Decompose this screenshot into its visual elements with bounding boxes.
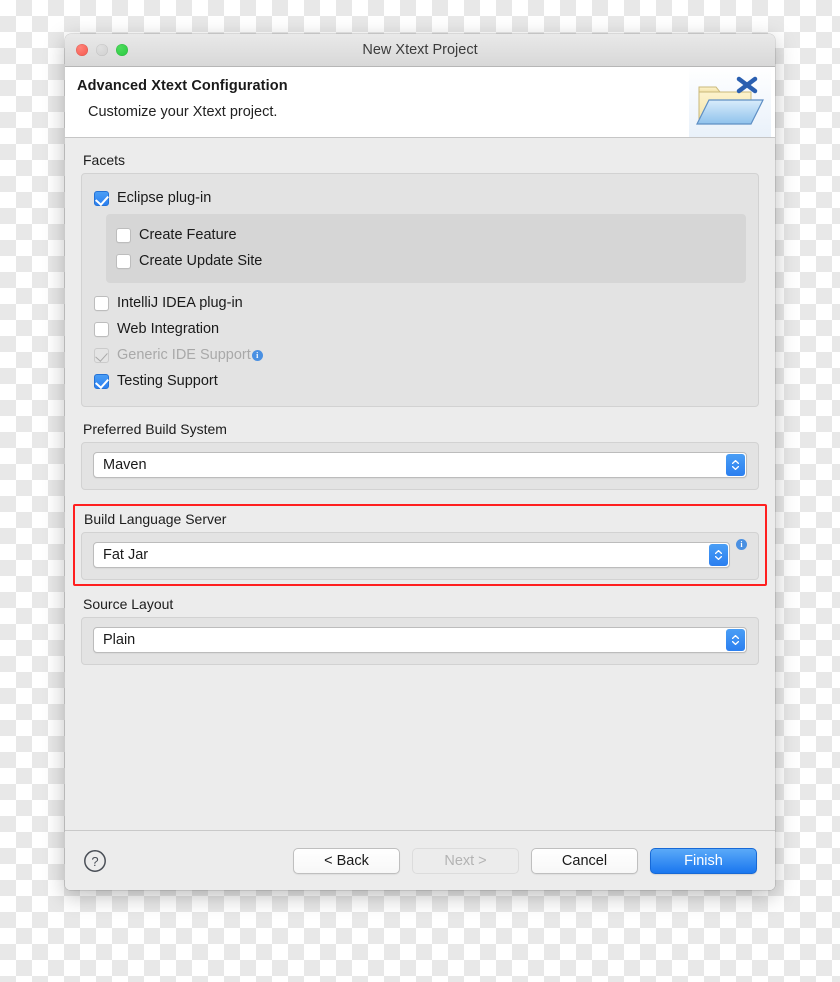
facets-label: Facets: [83, 152, 126, 168]
window-controls: [76, 44, 128, 56]
source-layout-stepper[interactable]: [726, 629, 745, 651]
checkbox-intellij-plugin[interactable]: [94, 295, 109, 311]
checkbox-label-generic-ide-support: Generic IDE Support: [117, 347, 251, 363]
checkbox-testing-support[interactable]: [94, 373, 109, 389]
checkbox-label-create-feature: Create Feature: [139, 227, 237, 243]
help-button[interactable]: ?: [83, 849, 107, 873]
cancel-button[interactable]: Cancel: [531, 847, 638, 874]
checkbox-generic-ide-support: [94, 347, 109, 363]
checkbox-create-feature[interactable]: [116, 227, 131, 243]
language-server-select-wrap[interactable]: Fat Jar: [93, 542, 730, 568]
chevron-up-icon: [715, 550, 722, 554]
language-server-panel: Fat Jar i: [81, 532, 759, 580]
window-title: New Xtext Project: [362, 42, 478, 58]
checkbox-row-eclipse-plugin[interactable]: Eclipse plug-in: [94, 186, 746, 210]
minimize-button[interactable]: [96, 44, 108, 56]
checkbox-label-eclipse-plugin: Eclipse plug-in: [117, 190, 212, 206]
chevron-up-icon: [732, 460, 739, 464]
title-bar: New Xtext Project: [65, 34, 775, 67]
dialog-footer: ? < Back Next > Cancel Finish: [65, 830, 775, 890]
build-system-select-wrap[interactable]: Maven: [93, 452, 747, 478]
chevron-down-icon: [732, 641, 739, 645]
checkbox-row-create-feature[interactable]: Create Feature: [116, 223, 736, 247]
chevron-down-icon: [732, 466, 739, 470]
eclipse-suboptions-panel: Create Feature Create Update Site: [106, 214, 746, 283]
checkbox-row-intellij-plugin[interactable]: IntelliJ IDEA plug-in: [94, 291, 746, 315]
checkbox-eclipse-plugin[interactable]: [94, 190, 109, 206]
chevron-down-icon: [715, 556, 722, 560]
info-icon-generic-ide-support[interactable]: i: [251, 349, 263, 361]
source-layout-select[interactable]: Plain: [93, 627, 747, 653]
footer-button-row: < Back Next > Cancel Finish: [293, 847, 757, 874]
build-system-stepper[interactable]: [726, 454, 745, 476]
language-server-row: Fat Jar i: [93, 539, 747, 568]
checkbox-row-testing-support[interactable]: Testing Support: [94, 369, 746, 393]
checkbox-row-generic-ide-support: Generic IDE Support i: [94, 343, 746, 367]
dialog-body: Facets Eclipse plug-in Create Feature Cr…: [65, 138, 775, 830]
xtext-folder-icon: [689, 67, 771, 137]
checkbox-label-web-integration: Web Integration: [117, 321, 220, 337]
back-button[interactable]: < Back: [293, 847, 400, 874]
svg-text:?: ?: [91, 853, 98, 868]
checkbox-row-web-integration[interactable]: Web Integration: [94, 317, 746, 341]
chevron-up-icon: [732, 635, 739, 639]
source-layout-select-wrap[interactable]: Plain: [93, 627, 747, 653]
build-system-panel: Maven: [81, 442, 759, 490]
checkbox-create-update-site[interactable]: [116, 253, 131, 269]
build-language-server-highlight: Build Language Server Fat Jar i: [73, 504, 767, 586]
next-button: Next >: [412, 847, 519, 874]
build-system-label: Preferred Build System: [83, 421, 227, 437]
dialog-window: New Xtext Project Advanced Xtext Configu…: [65, 34, 775, 890]
close-button[interactable]: [76, 44, 88, 56]
page-subtitle: Customize your Xtext project.: [88, 104, 278, 120]
language-server-stepper[interactable]: [709, 544, 728, 566]
facets-panel: Eclipse plug-in Create Feature Create Up…: [81, 173, 759, 407]
language-server-select[interactable]: Fat Jar: [93, 542, 730, 568]
checkbox-row-create-update-site[interactable]: Create Update Site: [116, 249, 736, 273]
checkbox-label-testing-support: Testing Support: [117, 373, 218, 389]
checkbox-label-intellij-plugin: IntelliJ IDEA plug-in: [117, 295, 243, 311]
zoom-button[interactable]: [116, 44, 128, 56]
checkbox-web-integration[interactable]: [94, 321, 109, 337]
page-title: Advanced Xtext Configuration: [77, 78, 288, 94]
checkbox-label-create-update-site: Create Update Site: [139, 253, 263, 269]
info-icon-language-server[interactable]: i: [736, 539, 747, 550]
language-server-label: Build Language Server: [84, 511, 227, 527]
finish-button[interactable]: Finish: [650, 847, 757, 874]
source-layout-label: Source Layout: [83, 596, 174, 612]
dialog-header: Advanced Xtext Configuration Customize y…: [65, 67, 775, 138]
source-layout-panel: Plain: [81, 617, 759, 665]
build-system-select[interactable]: Maven: [93, 452, 747, 478]
